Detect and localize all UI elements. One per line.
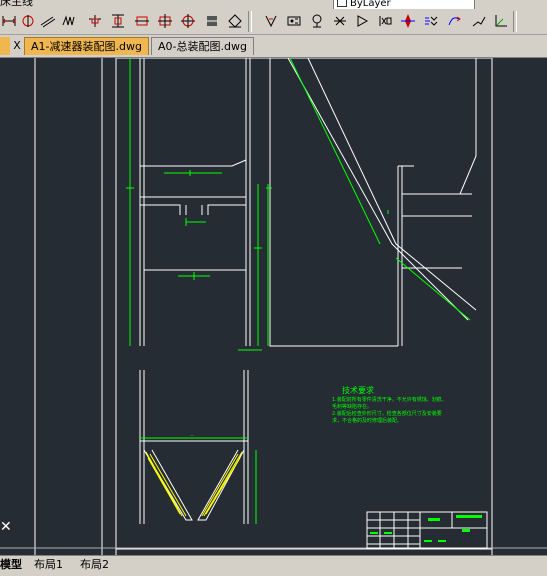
tolerance-icon[interactable] — [203, 12, 221, 30]
tab-model[interactable]: 模型 — [0, 557, 26, 573]
left-view-edge-right — [245, 58, 251, 346]
side-view-post — [397, 166, 403, 346]
linear-dimension-icon[interactable] — [19, 12, 37, 30]
quick-dimension-icon[interactable] — [0, 12, 18, 30]
close-tab-icon[interactable]: X — [10, 39, 24, 53]
aligned-dimension-icon[interactable] — [38, 12, 56, 30]
center-mark-icon[interactable] — [226, 12, 244, 30]
dimension-toolbar — [0, 9, 547, 35]
tab-a1-reducer[interactable]: A1-减速器装配图.dwg — [24, 37, 149, 55]
tab-layout1[interactable]: 布局1 — [30, 557, 67, 573]
arc-length-icon[interactable] — [60, 12, 78, 30]
side-view-upper-bracket — [459, 58, 477, 195]
document-tab-bar: X A1-减速器装配图.dwg A0-总装配图.dwg — [0, 35, 547, 58]
multileader-align-icon[interactable] — [470, 12, 488, 30]
left-view-top-plate — [140, 159, 247, 167]
dim-text-edit-icon[interactable] — [308, 12, 326, 30]
baseline-icon[interactable] — [109, 12, 127, 30]
tech-note-line: 毛刺等缺陷存在。 — [332, 403, 372, 410]
tab-edge — [0, 37, 10, 55]
tech-note-line: 求，不合格的及时修理后装配。 — [332, 417, 402, 424]
dim-break-icon[interactable] — [179, 12, 197, 30]
linetype-dropdown[interactable]: ByLayer — [333, 0, 475, 9]
crosshair-icon: ✕ — [0, 519, 12, 535]
left-view-edge — [139, 58, 145, 346]
dim-update-icon[interactable] — [331, 12, 349, 30]
linetype-value: ByLayer — [350, 0, 391, 9]
color-swatch-icon — [337, 0, 347, 7]
cad-drawing: — 技术要求 1.装配前所有零件清洗干净，不允许有锈蚀、划痕、 毛刺等缺陷存在。… — [0, 58, 547, 555]
override-icon[interactable] — [376, 12, 394, 30]
drawing-frame — [115, 58, 493, 550]
side-view-shelves — [398, 165, 472, 269]
multileader-icon[interactable] — [446, 12, 464, 30]
dim-style-icon[interactable] — [354, 12, 372, 30]
hopper-left-edge — [139, 370, 145, 524]
leader-icon[interactable] — [492, 12, 510, 30]
drawing-canvas[interactable]: — 技术要求 1.装配前所有零件清洗干净，不允许有锈蚀、划痕、 毛刺等缺陷存在。… — [0, 58, 547, 555]
tech-note-line: 1.装配前所有零件清洗干净，不允许有锈蚀、划痕、 — [332, 396, 447, 403]
jogged-linear-icon[interactable] — [262, 12, 280, 30]
tab-a0-assembly[interactable]: A0-总装配图.dwg — [151, 37, 254, 55]
snap-icon[interactable] — [399, 12, 417, 30]
hatch-layer — [145, 451, 243, 517]
dim-reassociate-icon[interactable] — [422, 12, 440, 30]
dim-space-icon[interactable] — [156, 12, 174, 30]
current-layer-text[interactable]: 床主线 — [0, 0, 33, 9]
side-view-outline — [269, 58, 398, 347]
tech-requirements-title: 技术要求 — [342, 385, 374, 395]
incline-line-inner — [307, 58, 477, 311]
hopper-right-edge — [243, 370, 249, 524]
layout-tab-bar: 模型 布局1 布局2 — [0, 555, 547, 576]
toolbar-separator — [248, 11, 252, 32]
ordinate-icon[interactable] — [86, 12, 104, 30]
svg-text:—: — — [190, 433, 194, 438]
toolbar-separator — [513, 11, 517, 32]
dim-edit-icon[interactable] — [285, 12, 303, 30]
tech-note-line: 2.装配后检查外形尺寸，检查各部位尺寸及安装要 — [332, 410, 442, 417]
properties-toolbar-strip: 床主线 ByLayer — [0, 0, 547, 9]
left-view-mid-plate — [140, 196, 246, 215]
dimension-layer: — — [126, 58, 471, 524]
tab-layout2[interactable]: 布局2 — [76, 557, 113, 573]
continue-icon[interactable] — [133, 12, 151, 30]
